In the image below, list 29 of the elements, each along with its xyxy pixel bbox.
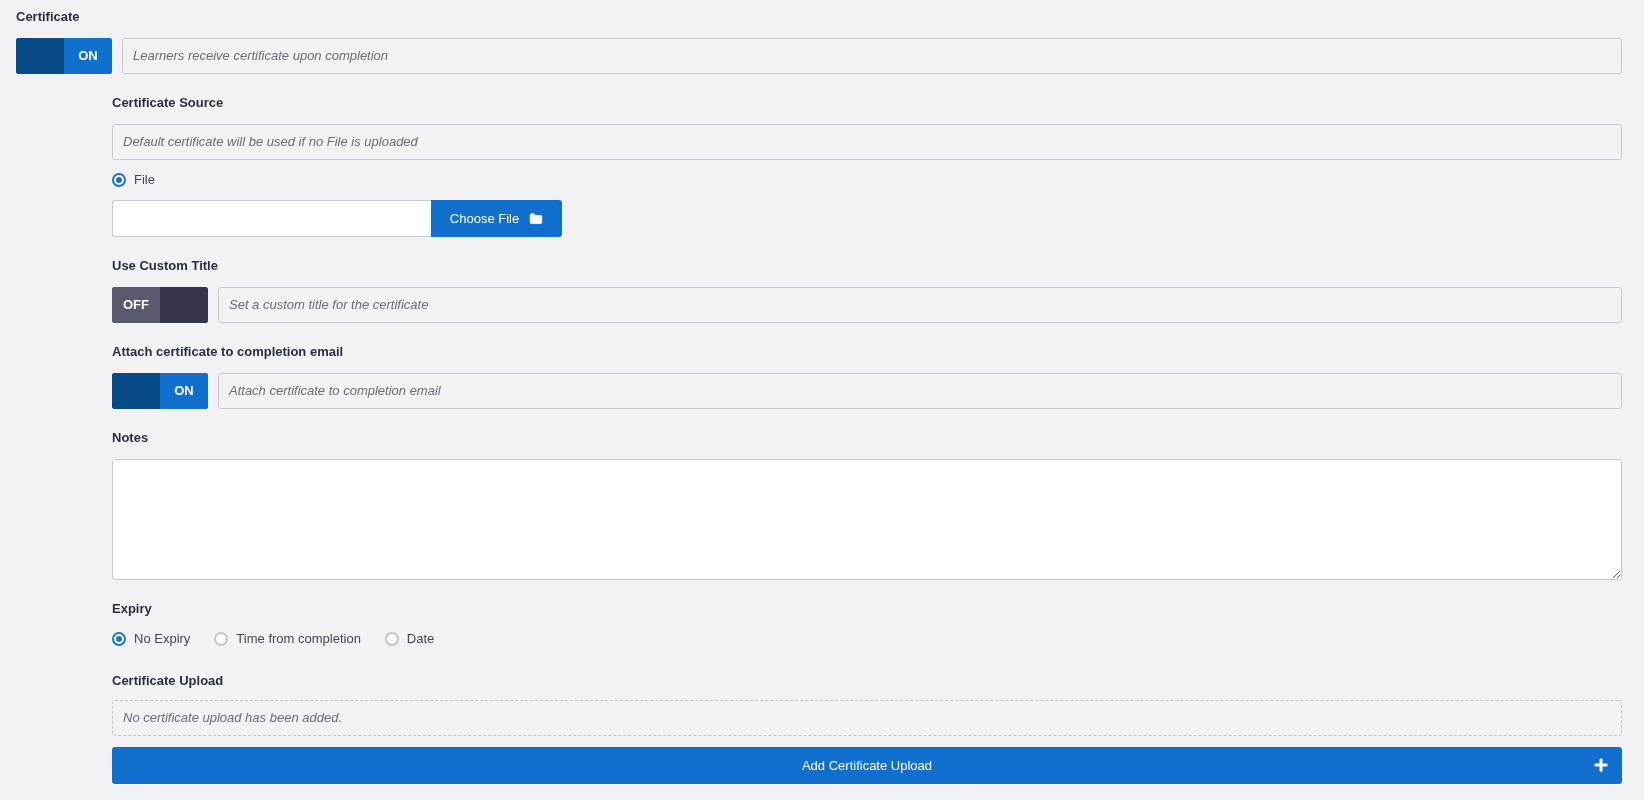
radio-icon[interactable] (112, 632, 126, 646)
radio-icon[interactable] (384, 632, 399, 646)
section-label: Certificate (16, 8, 80, 26)
add-upload-button[interactable]: Add Certificate Upload (112, 747, 1622, 784)
description-box: Learners receive certificate upon completion (122, 38, 1622, 74)
description-box: Attach certificate to completion email (218, 373, 1622, 409)
choose-file-button[interactable]: Choose File (431, 200, 562, 237)
description-box: Set a custom title for the certificate (218, 287, 1622, 323)
plus-icon (1592, 756, 1610, 774)
toggle-switch[interactable]: OFF (112, 287, 208, 323)
radio-option[interactable]: File (112, 171, 155, 189)
section-label: Notes (112, 429, 149, 447)
file-name-field[interactable] (112, 200, 431, 237)
folder-icon (529, 211, 544, 226)
section-label: Certificate Upload (112, 672, 224, 690)
radio-option[interactable]: No Expiry (112, 630, 191, 648)
section-label: Certificate Source (112, 94, 224, 112)
radio-icon[interactable] (112, 173, 126, 187)
radio-option[interactable]: Time from completion (214, 630, 361, 648)
toggle-switch[interactable]: ON (112, 373, 208, 409)
section-label: Expiry (112, 600, 152, 618)
radio-option[interactable]: Date (384, 630, 435, 648)
notes-field[interactable] (112, 459, 1622, 580)
description-box: Default certificate will be used if no File is uploaded (112, 124, 1622, 160)
section-label: Use Custom Title (112, 257, 218, 275)
toggle-switch[interactable]: ON (16, 38, 112, 74)
empty-upload-message: No certificate upload has been added. (112, 700, 1622, 736)
radio-icon[interactable] (214, 632, 229, 646)
section-label: Attach certificate to completion email (112, 343, 344, 361)
